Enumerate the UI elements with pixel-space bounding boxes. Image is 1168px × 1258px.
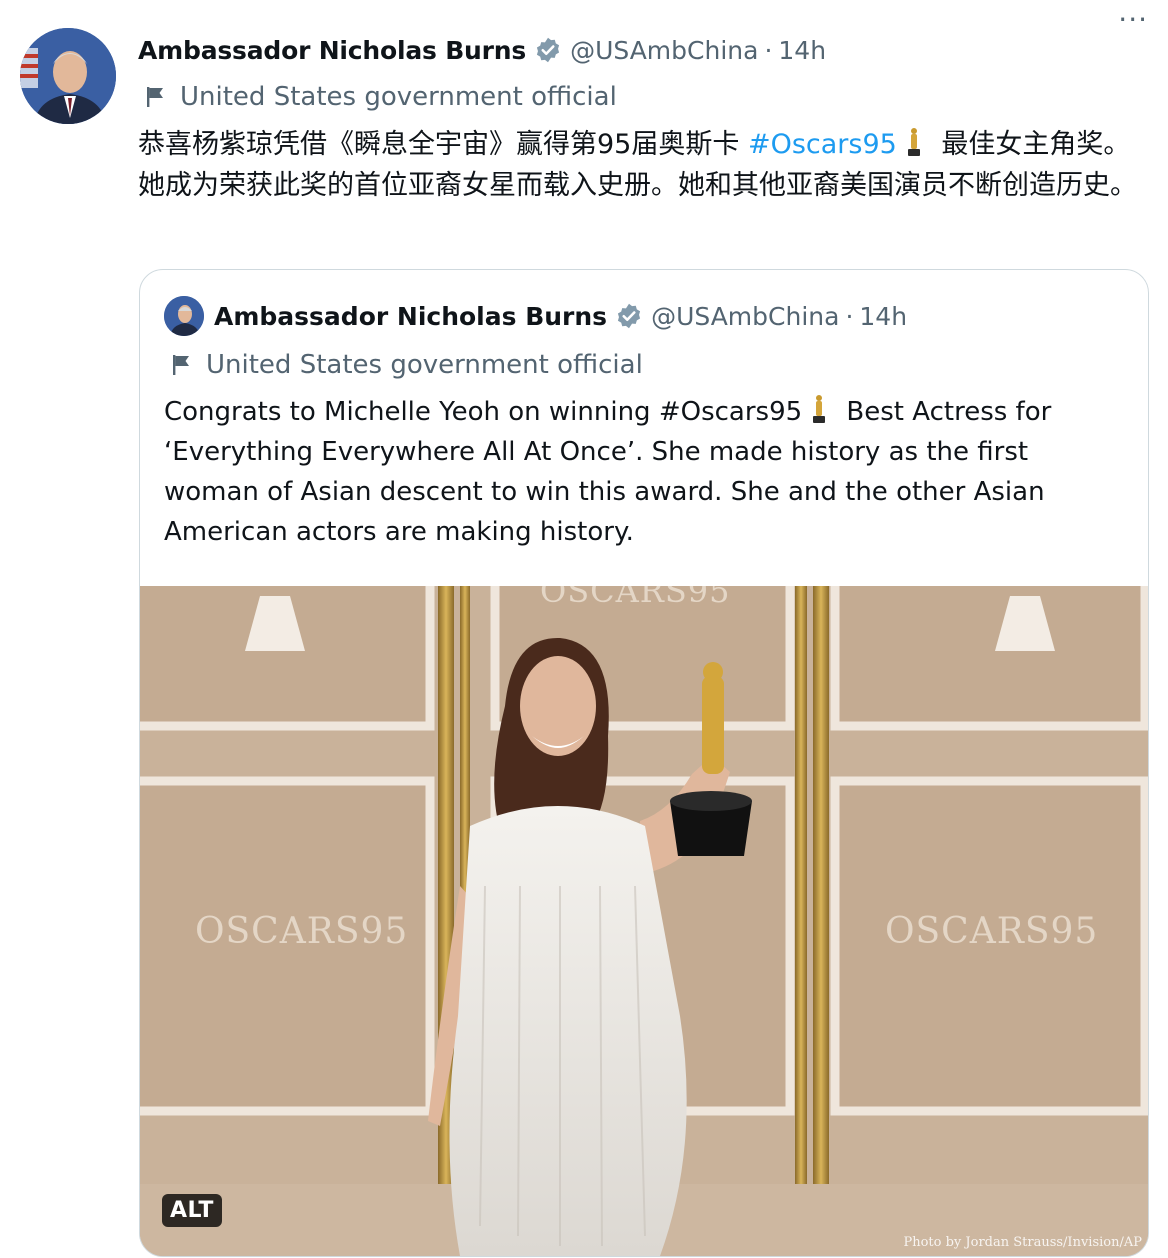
flag-icon [173, 355, 189, 375]
oscar-trophy-icon [907, 128, 920, 156]
verified-badge-icon[interactable] [534, 36, 562, 64]
backdrop-text-left: OSCARS95 [195, 911, 409, 952]
author-avatar[interactable] [20, 28, 116, 124]
backdrop-text-right: OSCARS95 [885, 911, 1099, 952]
quoted-tweet-header: Ambassador Nicholas Burns @USAmbChina · … [214, 296, 907, 336]
tweet-timestamp[interactable]: 14h [778, 36, 826, 65]
verified-badge-icon[interactable] [615, 302, 643, 330]
quoted-author-handle[interactable]: @USAmbChina [651, 302, 839, 331]
author-handle[interactable]: @USAmbChina [570, 36, 758, 65]
quoted-text-part: Congrats to Michelle Yeoh on winning #Os… [164, 397, 803, 427]
alt-text-badge[interactable]: ALT [162, 1194, 222, 1227]
photo-credit: Photo by Jordan Strauss/Invision/AP [903, 1235, 1142, 1250]
tweet-header: Ambassador Nicholas Burns @USAmbChina · … [138, 30, 1148, 70]
quoted-author-avatar[interactable] [164, 296, 204, 336]
government-label-text: United States government official [180, 82, 617, 112]
author-name[interactable]: Ambassador Nicholas Burns [138, 36, 526, 65]
quoted-author-name[interactable]: Ambassador Nicholas Burns [214, 302, 607, 331]
tweet-photo[interactable]: ALT Photo by Jordan Strauss/Invision/AP … [140, 586, 1148, 1256]
separator-dot: · [764, 35, 773, 65]
quoted-government-label-text: United States government official [206, 350, 643, 380]
flag-icon [147, 87, 163, 107]
government-label: United States government official [146, 80, 617, 114]
oscar-trophy-icon [813, 395, 826, 423]
quoted-government-label: United States government official [172, 348, 643, 382]
hashtag-link[interactable]: #Oscars95 [748, 129, 897, 160]
separator-dot: · [845, 301, 854, 331]
more-options-icon[interactable]: ··· [1118, 0, 1148, 40]
tweet[interactable]: Ambassador Nicholas Burns @USAmbChina · … [0, 0, 1168, 1258]
quoted-tweet-timestamp: 14h [859, 301, 908, 331]
quoted-tweet-text: Congrats to Michelle Yeoh on winning #Os… [164, 392, 1124, 552]
tweet-text-part: 恭喜杨紫琼凭借《瞬息全宇宙》赢得第95届奥斯卡 [138, 129, 748, 160]
tweet-text: 恭喜杨紫琼凭借《瞬息全宇宙》赢得第95届奥斯卡 #Oscars95 最佳女主角奖… [138, 124, 1148, 206]
quoted-tweet[interactable]: Ambassador Nicholas Burns @USAmbChina · … [139, 269, 1149, 1257]
backdrop-text-top: OSCARS95 [540, 586, 731, 610]
